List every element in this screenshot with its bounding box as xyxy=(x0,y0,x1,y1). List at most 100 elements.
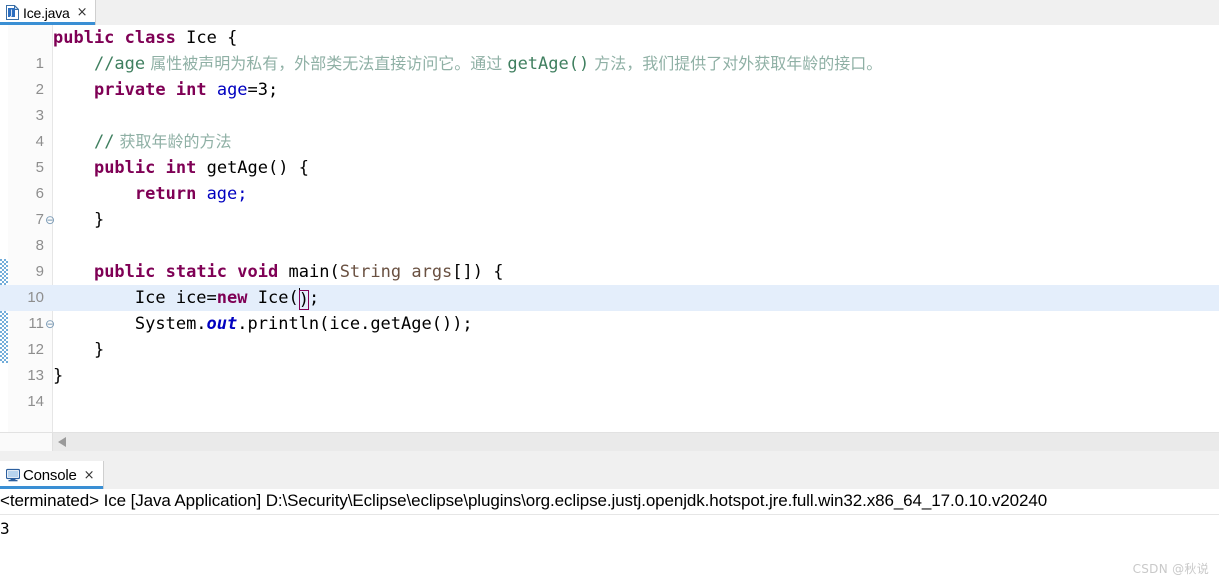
constructor-call: Ice( xyxy=(257,288,299,308)
keyword-new: new xyxy=(216,288,248,308)
fold-marker[interactable] xyxy=(44,363,56,389)
code-line[interactable]: 13 } xyxy=(0,337,1219,384)
line-number: 1 xyxy=(35,55,44,72)
java-file-icon: J xyxy=(6,5,19,20)
keyword-class: class xyxy=(124,28,176,48)
console-tab-label: Console xyxy=(23,466,77,484)
code-text: public int getAge() { xyxy=(53,155,309,181)
code-line[interactable]: 7 return age; xyxy=(0,181,1219,228)
fold-marker[interactable] xyxy=(44,389,56,415)
fold-marker[interactable] xyxy=(44,415,56,432)
fold-marker[interactable] xyxy=(44,259,56,285)
method-main-signature: main( xyxy=(288,262,340,282)
code-line[interactable]: 10 ⊖ public static void main(String args… xyxy=(0,259,1219,331)
code-layer[interactable]: 1 public class Ice { 2 //age 属性被声明为私有，外部… xyxy=(0,25,1219,432)
code-line[interactable]: 5 // 获取年龄的方法 xyxy=(0,129,1219,176)
editor-tab-bar: J Ice.java × xyxy=(0,0,1219,26)
semicolon: ; xyxy=(308,288,320,308)
close-icon[interactable]: × xyxy=(77,6,88,19)
code-text: //age 属性被声明为私有，外部类无法直接访问它。通过 getAge() 方法… xyxy=(53,51,882,77)
fold-marker[interactable] xyxy=(44,103,56,129)
code-text: Ice ice=new Ice(); xyxy=(53,285,319,311)
fold-marker[interactable]: ⊖ xyxy=(44,311,56,337)
keyword-public: public xyxy=(53,28,115,48)
matching-bracket-highlight: ) xyxy=(298,290,309,310)
line-number: 12 xyxy=(27,341,44,358)
code-line[interactable]: 8 } xyxy=(0,207,1219,254)
tab-console[interactable]: Console × xyxy=(0,461,104,489)
declaration-ice: Ice ice= xyxy=(134,288,217,308)
code-editor[interactable]: 1 public class Ice { 2 //age 属性被声明为私有，外部… xyxy=(0,25,1219,432)
scroll-left-arrow-icon[interactable] xyxy=(58,437,66,447)
comment-cjk-part1: 属性被声明为私有，外部类无法直接访问它。通过 xyxy=(145,54,508,73)
println-call: .println(ice.getAge()); xyxy=(237,314,473,334)
keyword-return: return xyxy=(134,184,197,204)
code-text: // 获取年龄的方法 xyxy=(53,129,232,155)
code-text: public static void main(String args[]) { xyxy=(53,259,504,285)
console-output-area[interactable]: <terminated> Ice [Java Application] D:\S… xyxy=(0,489,1219,582)
fold-marker[interactable] xyxy=(44,155,56,181)
console-launch-header: <terminated> Ice [Java Application] D:\S… xyxy=(0,491,1048,510)
line-number: 6 xyxy=(35,185,44,202)
code-line[interactable]: 12 System.out.println(ice.getAge()); xyxy=(0,311,1219,358)
scrollbar-track[interactable] xyxy=(53,433,1219,452)
code-line[interactable]: 6 ⊖ public int getAge() { xyxy=(0,155,1219,227)
line-number: 2 xyxy=(35,81,44,98)
keyword-void: void xyxy=(237,262,279,282)
code-line-current[interactable]: 11 Ice ice=new Ice(); xyxy=(0,285,1219,332)
keyword-int: int xyxy=(165,158,197,178)
console-view[interactable]: Console × <terminated> Ice [Java Applica… xyxy=(0,461,1219,582)
fold-marker[interactable] xyxy=(44,181,56,207)
line-number: 3 xyxy=(35,107,44,124)
keyword-int: int xyxy=(175,80,207,100)
static-field-out: out xyxy=(206,314,238,334)
editor-tab-label: Ice.java xyxy=(23,4,70,21)
view-separator xyxy=(0,451,1219,461)
fold-marker[interactable] xyxy=(44,233,56,259)
fold-marker[interactable] xyxy=(44,77,56,103)
code-text: return age; xyxy=(53,181,248,207)
fold-marker[interactable] xyxy=(44,129,56,155)
fold-marker[interactable] xyxy=(44,285,56,311)
field-initializer: =3; xyxy=(247,80,279,100)
line-number: 8 xyxy=(35,237,44,254)
line-number: 4 xyxy=(35,133,44,150)
comment-cjk-part2: 方法，我们提供了对外获取年龄的接口。 xyxy=(589,54,883,73)
keyword-public: public xyxy=(93,262,156,282)
console-program-output: 3 xyxy=(0,519,10,538)
code-line[interactable]: 14 } xyxy=(0,363,1219,410)
close-icon[interactable]: × xyxy=(84,469,95,482)
fold-marker[interactable]: ⊖ xyxy=(44,207,56,233)
console-divider xyxy=(0,514,1219,515)
code-line[interactable]: 3 private int age=3; xyxy=(0,77,1219,124)
fold-marker[interactable] xyxy=(44,337,56,363)
code-line[interactable]: 2 //age 属性被声明为私有，外部类无法直接访问它。通过 getAge() … xyxy=(0,51,1219,98)
keyword-private: private xyxy=(93,80,166,100)
line-number: 9 xyxy=(35,263,44,280)
comment-prefix: //age xyxy=(93,54,146,74)
param-args: args xyxy=(401,262,453,282)
code-text: } xyxy=(53,210,105,230)
editor-tab-ice-java[interactable]: J Ice.java × xyxy=(0,0,96,25)
code-text: public class Ice { xyxy=(53,25,237,51)
code-line[interactable]: 4 xyxy=(0,103,1219,150)
line-number: 5 xyxy=(35,159,44,176)
scrollbar-corner xyxy=(0,433,53,452)
svg-text:J: J xyxy=(9,9,12,18)
keyword-static: static xyxy=(165,262,228,282)
code-line[interactable]: 9 xyxy=(0,233,1219,280)
line-number: 11 xyxy=(28,315,44,332)
line-number: 14 xyxy=(27,393,44,410)
code-text: System.out.println(ice.getAge()); xyxy=(53,311,473,337)
code-line[interactable]: 1 public class Ice { xyxy=(0,25,1219,72)
editor-horizontal-scrollbar[interactable] xyxy=(0,432,1219,452)
console-tab-bar: Console × xyxy=(0,461,1219,490)
line-number: 13 xyxy=(27,367,44,384)
